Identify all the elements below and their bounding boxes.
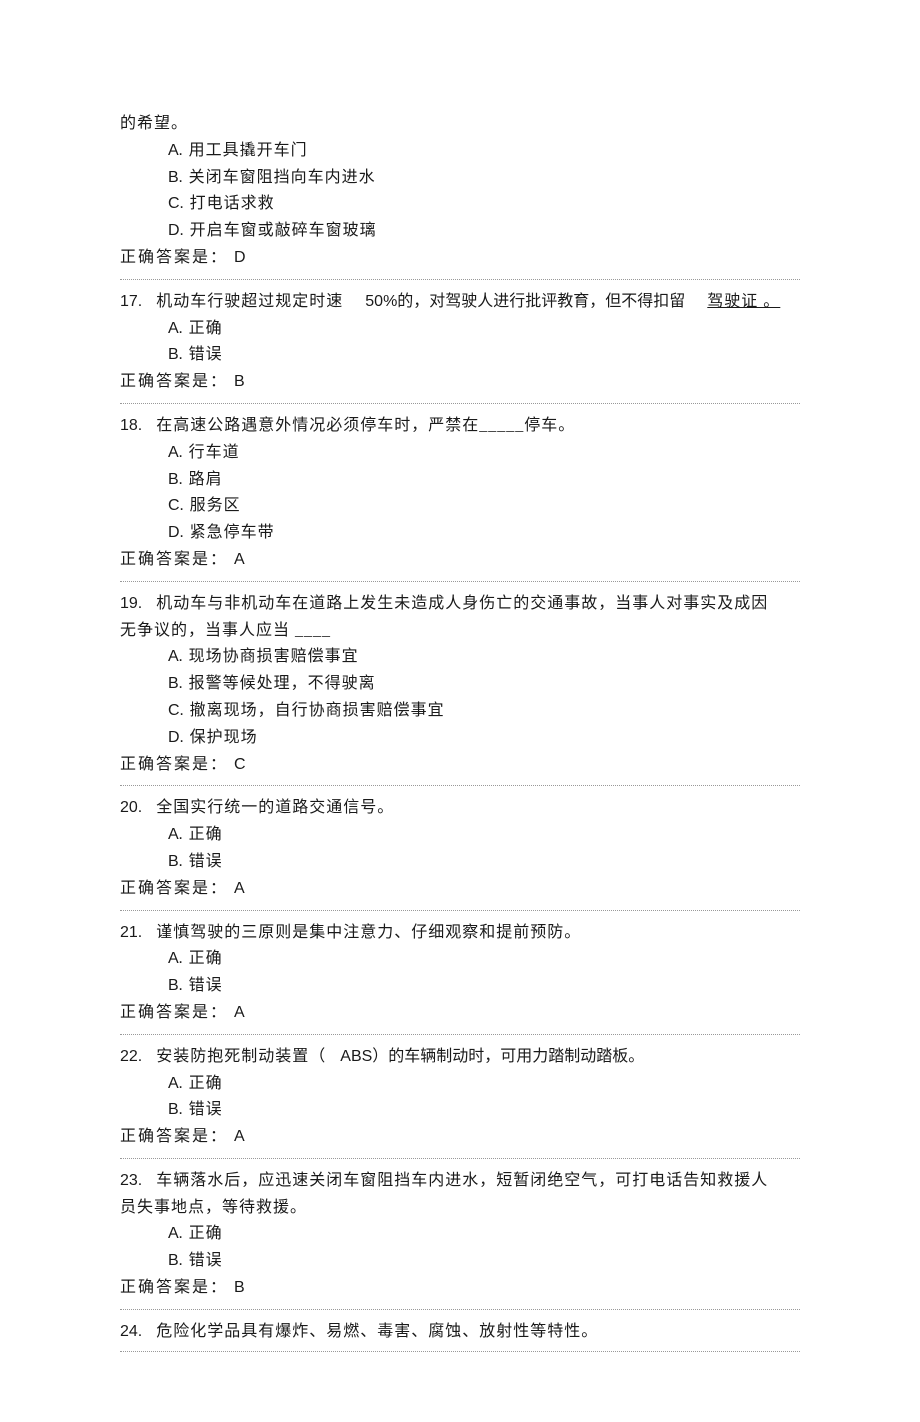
option-a: A. 正确 xyxy=(168,947,800,972)
question-text: 23.车辆落水后，应迅速关闭车窗阻挡车内进水，短暂闭绝空气，可打电话告知救援人 xyxy=(120,1169,800,1194)
answer-line: 正确答案是： B xyxy=(120,370,800,395)
option-c: C. 撤离现场，自行协商损害赔偿事宜 xyxy=(168,699,800,724)
answer-line: 正确答案是： B xyxy=(120,1276,800,1301)
separator xyxy=(120,910,800,911)
separator xyxy=(120,1034,800,1035)
separator xyxy=(120,403,800,404)
option-a: A. 用工具撬开车门 xyxy=(168,139,800,164)
answer-line: 正确答案是： A xyxy=(120,877,800,902)
option-a: A. 现场协商损害赔偿事宜 xyxy=(168,645,800,670)
question-19: 19.机动车与非机动车在道路上发生未造成人身伤亡的交通事故，当事人对事实及成因 … xyxy=(120,592,800,778)
separator xyxy=(120,581,800,582)
separator xyxy=(120,785,800,786)
answer-line: 正确答案是： A xyxy=(120,1125,800,1150)
option-b: B. 关闭车窗阻挡向车内进水 xyxy=(168,166,800,191)
separator xyxy=(120,1158,800,1159)
option-a: A. 正确 xyxy=(168,317,800,342)
option-d: D. 开启车窗或敲碎车窗玻璃 xyxy=(168,219,800,244)
answer-line: 正确答案是： A xyxy=(120,548,800,573)
option-b: B. 错误 xyxy=(168,850,800,875)
option-a: A. 行车道 xyxy=(168,441,800,466)
option-a: A. 正确 xyxy=(168,1222,800,1247)
question-text: 21.谨慎驾驶的三原则是集中注意力、仔细观察和提前预防。 xyxy=(120,921,800,946)
option-c: C. 打电话求救 xyxy=(168,192,800,217)
question-17: 17.机动车行驶超过规定时速50%的，对驾驶人进行批评教育，但不得扣留驾驶证 。… xyxy=(120,290,800,395)
document-page: 的希望。 A. 用工具撬开车门 B. 关闭车窗阻挡向车内进水 C. 打电话求救 … xyxy=(0,0,920,1422)
question-text-line2: 员失事地点，等待救援。 xyxy=(120,1196,800,1221)
option-b: B. 错误 xyxy=(168,1098,800,1123)
question-16-fragment: 的希望。 A. 用工具撬开车门 B. 关闭车窗阻挡向车内进水 C. 打电话求救 … xyxy=(120,112,800,271)
question-text: 20.全国实行统一的道路交通信号。 xyxy=(120,796,800,821)
separator xyxy=(120,279,800,280)
question-23: 23.车辆落水后，应迅速关闭车窗阻挡车内进水，短暂闭绝空气，可打电话告知救援人 … xyxy=(120,1169,800,1301)
question-lead-text: 的希望。 xyxy=(120,112,800,137)
answer-line: 正确答案是： D xyxy=(120,246,800,271)
option-d: D. 紧急停车带 xyxy=(168,521,800,546)
question-text: 22.安装防抱死制动装置（ABS）的车辆制动时，可用力踏制动踏板。 xyxy=(120,1045,800,1070)
separator xyxy=(120,1309,800,1310)
option-b: B. 错误 xyxy=(168,343,800,368)
question-text: 19.机动车与非机动车在道路上发生未造成人身伤亡的交通事故，当事人对事实及成因 xyxy=(120,592,800,617)
question-22: 22.安装防抱死制动装置（ABS）的车辆制动时，可用力踏制动踏板。 A. 正确 … xyxy=(120,1045,800,1150)
question-text: 17.机动车行驶超过规定时速50%的，对驾驶人进行批评教育，但不得扣留驾驶证 。 xyxy=(120,290,800,315)
option-a: A. 正确 xyxy=(168,823,800,848)
question-21: 21.谨慎驾驶的三原则是集中注意力、仔细观察和提前预防。 A. 正确 B. 错误… xyxy=(120,921,800,1026)
answer-line: 正确答案是： C xyxy=(120,753,800,778)
answer-line: 正确答案是： A xyxy=(120,1001,800,1026)
question-text: 18.在高速公路遇意外情况必须停车时，严禁在_____停车。 xyxy=(120,414,800,439)
question-18: 18.在高速公路遇意外情况必须停车时，严禁在_____停车。 A. 行车道 B.… xyxy=(120,414,800,573)
option-b: B. 路肩 xyxy=(168,468,800,493)
question-24: 24.危险化学品具有爆炸、易燃、毒害、腐蚀、放射性等特性。 xyxy=(120,1320,800,1345)
question-text-line2: 无争议的，当事人应当 ____ xyxy=(120,619,800,644)
option-a: A. 正确 xyxy=(168,1072,800,1097)
question-20: 20.全国实行统一的道路交通信号。 A. 正确 B. 错误 正确答案是： A xyxy=(120,796,800,901)
option-b: B. 报警等候处理，不得驶离 xyxy=(168,672,800,697)
separator xyxy=(120,1351,800,1352)
option-d: D. 保护现场 xyxy=(168,726,800,751)
option-b: B. 错误 xyxy=(168,1249,800,1274)
option-b: B. 错误 xyxy=(168,974,800,999)
option-c: C. 服务区 xyxy=(168,494,800,519)
question-text: 24.危险化学品具有爆炸、易燃、毒害、腐蚀、放射性等特性。 xyxy=(120,1320,800,1345)
